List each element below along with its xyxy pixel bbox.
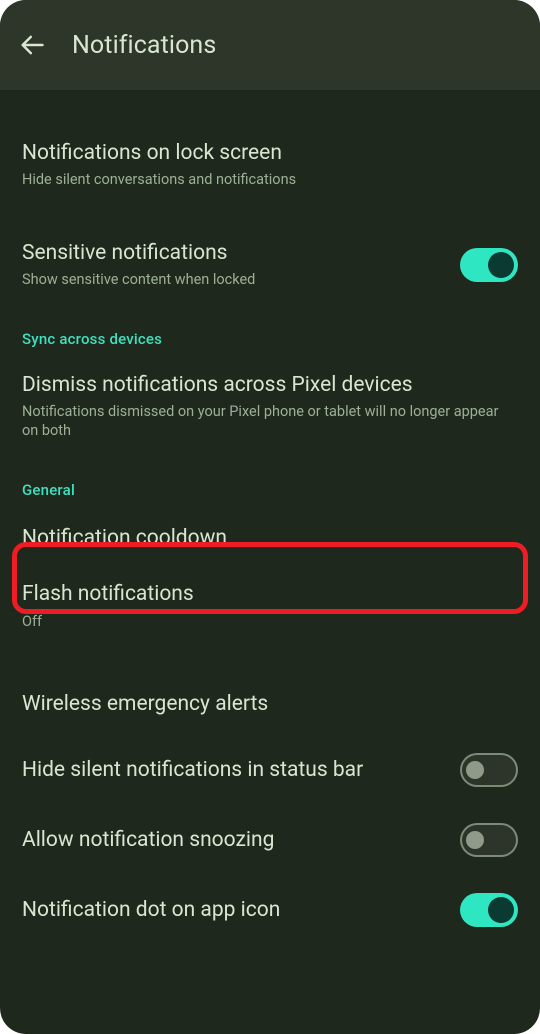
- app-bar: Notifications: [0, 0, 540, 90]
- item-title: Wireless emergency alerts: [22, 691, 506, 717]
- back-arrow-icon[interactable]: [18, 31, 46, 59]
- item-subtitle: Hide silent conversations and notificati…: [22, 170, 506, 190]
- page-title: Notifications: [72, 31, 216, 60]
- item-notification-cooldown[interactable]: Notification cooldown: [22, 509, 518, 573]
- section-sync: Sync across devices: [22, 308, 518, 358]
- item-allow-snoozing[interactable]: Allow notification snoozing: [22, 809, 518, 875]
- content-scroll[interactable]: Notifications on lock screen Hide silent…: [0, 90, 540, 945]
- item-title: Notifications on lock screen: [22, 140, 506, 166]
- item-title: Notification dot on app icon: [22, 897, 448, 923]
- item-subtitle: Show sensitive content when locked: [22, 270, 448, 290]
- item-title: Hide silent notifications in status bar: [22, 757, 448, 783]
- item-subtitle: Notifications dismissed on your Pixel ph…: [22, 402, 506, 441]
- item-dismiss-across-devices[interactable]: Dismiss notifications across Pixel devic…: [22, 358, 518, 459]
- item-title: Sensitive notifications: [22, 240, 448, 266]
- item-sensitive-notifications[interactable]: Sensitive notifications Show sensitive c…: [22, 226, 518, 308]
- item-title: Notification cooldown: [22, 525, 506, 551]
- item-lockscreen-notifications[interactable]: Notifications on lock screen Hide silent…: [22, 126, 518, 208]
- item-notification-dot[interactable]: Notification dot on app icon: [22, 879, 518, 945]
- switch-dot[interactable]: [460, 893, 518, 927]
- settings-screen: Notifications Notifications on lock scre…: [0, 0, 540, 1034]
- item-wireless-emergency-alerts[interactable]: Wireless emergency alerts: [22, 677, 518, 735]
- switch-hide-silent[interactable]: [460, 753, 518, 787]
- item-subtitle: Off: [22, 612, 506, 632]
- item-flash-notifications[interactable]: Flash notifications Off: [22, 573, 518, 649]
- item-title: Dismiss notifications across Pixel devic…: [22, 372, 506, 398]
- item-title: Flash notifications: [22, 581, 506, 607]
- item-title: Allow notification snoozing: [22, 827, 448, 853]
- item-hide-silent-statusbar[interactable]: Hide silent notifications in status bar: [22, 739, 518, 805]
- switch-snooze[interactable]: [460, 823, 518, 857]
- section-general: General: [22, 459, 518, 509]
- switch-sensitive[interactable]: [460, 248, 518, 282]
